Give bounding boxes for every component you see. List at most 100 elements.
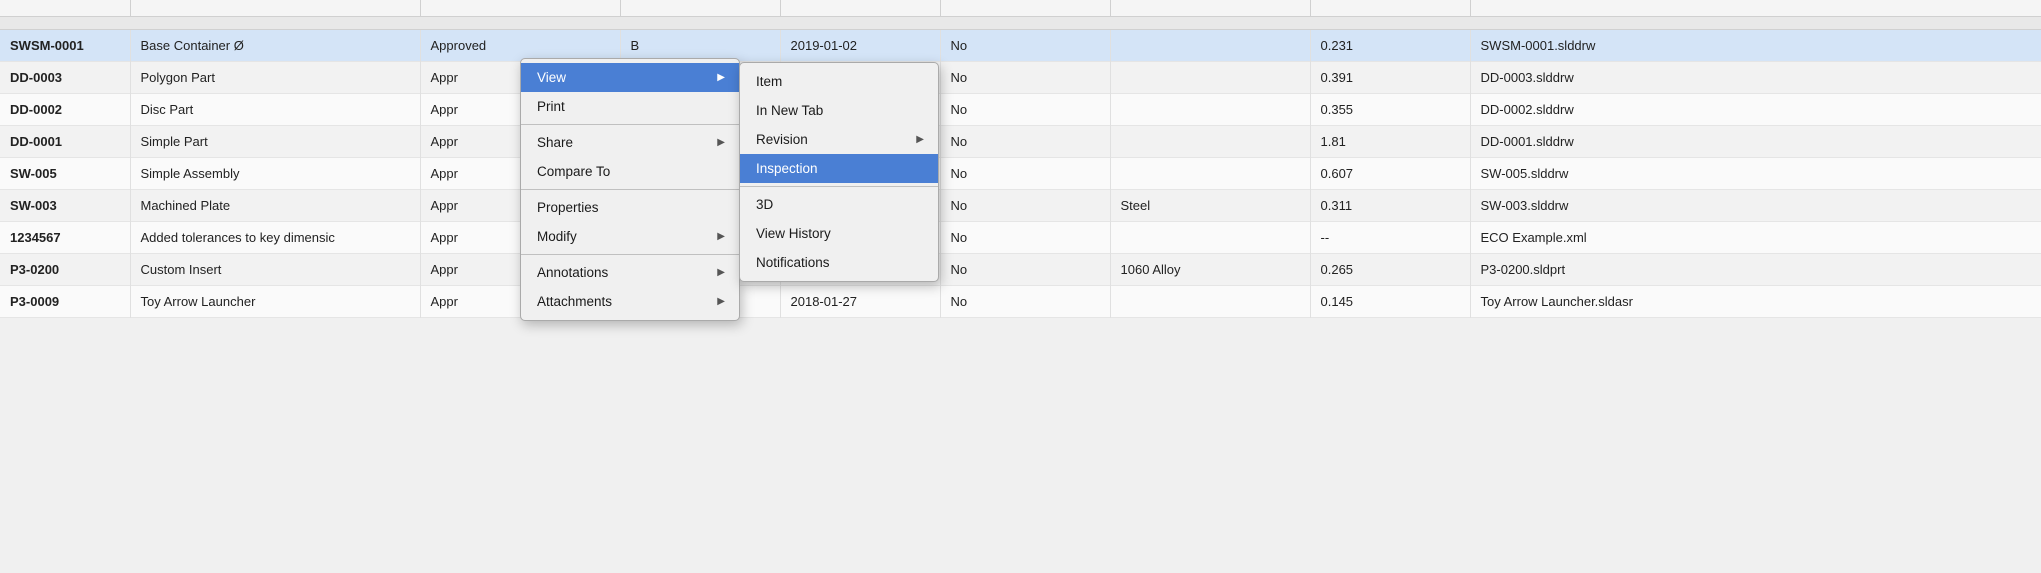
submenu-arrow-icon: ▶ [916, 134, 924, 145]
table-row[interactable]: P3-0200Custom InsertAppr2018-03-20No1060… [0, 254, 2041, 286]
menu-item-label: Compare To [537, 164, 610, 179]
menu-item-level1-properties[interactable]: Properties [521, 193, 739, 222]
table-cell: 0.231 [1310, 30, 1470, 62]
menu-item-label: Print [537, 99, 565, 114]
table-cell: 1.81 [1310, 126, 1470, 158]
table-cell: Simple Assembly [130, 158, 420, 190]
table-cell: No [940, 62, 1110, 94]
table-cell: Machined Plate [130, 190, 420, 222]
table-cell: Polygon Part [130, 62, 420, 94]
menu-item-label: Item [756, 74, 782, 89]
menu-item-label: 3D [756, 197, 773, 212]
group-label [0, 17, 2041, 30]
table-cell: 1060 Alloy [1110, 254, 1310, 286]
table-cell [1110, 158, 1310, 190]
menu-item-level1-share[interactable]: Share▶ [521, 128, 739, 157]
menu-item-level1-print[interactable]: Print [521, 92, 739, 121]
table-body: SWSM-0001Base Container ØApprovedB2019-0… [0, 30, 2041, 318]
col-header-material[interactable] [1110, 0, 1310, 17]
table-cell: 2018-01-27 [780, 286, 940, 318]
table-cell: -- [1310, 222, 1470, 254]
table-cell: DD-0002 [0, 94, 130, 126]
main-table-container: SWSM-0001Base Container ØApprovedB2019-0… [0, 0, 2041, 318]
table-cell [1110, 30, 1310, 62]
table-cell: 0.391 [1310, 62, 1470, 94]
table-cell: SW-005 [0, 158, 130, 190]
table-row[interactable]: SWSM-0001Base Container ØApprovedB2019-0… [0, 30, 2041, 62]
table-cell [1110, 286, 1310, 318]
menu-item-level2-revision[interactable]: Revision▶ [740, 125, 938, 154]
col-header-mass[interactable] [1310, 0, 1470, 17]
col-header-state[interactable] [420, 0, 620, 17]
table-cell: DD-0002.slddrw [1470, 94, 2041, 126]
table-cell: Approved [420, 30, 620, 62]
col-header-filename[interactable] [1470, 0, 2041, 17]
menu-item-level2-notifications[interactable]: Notifications [740, 248, 938, 277]
table-cell [1110, 222, 1310, 254]
table-cell: DD-0003.slddrw [1470, 62, 2041, 94]
menu-item-label: In New Tab [756, 103, 823, 118]
table-cell: SWSM-0001 [0, 30, 130, 62]
menu-item-level2-in-new-tab[interactable]: In New Tab [740, 96, 938, 125]
table-cell: B [620, 30, 780, 62]
table-cell: No [940, 286, 1110, 318]
table-cell: Simple Part [130, 126, 420, 158]
table-row[interactable]: 1234567Added tolerances to key dimensicA… [0, 222, 2041, 254]
table-cell: SW-005.slddrw [1470, 158, 2041, 190]
table-cell: SW-003.slddrw [1470, 190, 2041, 222]
menu-divider [740, 186, 938, 187]
table-cell [1110, 126, 1310, 158]
table-cell [1110, 94, 1310, 126]
submenu-arrow-icon: ▶ [717, 267, 725, 278]
menu-item-level2-view-history[interactable]: View History [740, 219, 938, 248]
table-header-row [0, 0, 2041, 17]
menu-item-level1-attachments[interactable]: Attachments ▶ [521, 287, 739, 316]
table-row[interactable]: DD-0003Polygon PartApprNo0.391DD-0003.sl… [0, 62, 2041, 94]
context-menu-level1: View▶ Print Share▶ Compare To Properties Modi… [520, 58, 740, 321]
menu-item-label: Attachments [537, 294, 612, 309]
table-cell: 0.355 [1310, 94, 1470, 126]
parts-table: SWSM-0001Base Container ØApprovedB2019-0… [0, 0, 2041, 318]
table-row[interactable]: SW-003Machined PlateApprNoSteel0.311SW-0… [0, 190, 2041, 222]
col-header-revision[interactable] [620, 0, 780, 17]
table-cell: Steel [1110, 190, 1310, 222]
menu-item-level1-view[interactable]: View▶ [521, 63, 739, 92]
table-row[interactable]: SW-005Simple AssemblyApprNo0.607SW-005.s… [0, 158, 2041, 190]
col-header-revdate[interactable] [780, 0, 940, 17]
table-cell: P3-0009 [0, 286, 130, 318]
table-cell: 1234567 [0, 222, 130, 254]
menu-item-level1-modify[interactable]: Modify▶ [521, 222, 739, 251]
menu-item-label: Properties [537, 200, 599, 215]
table-row[interactable]: DD-0002Disc PartApprNo0.355DD-0002.slddr… [0, 94, 2041, 126]
menu-item-level1-annotations[interactable]: Annotations▶ [521, 258, 739, 287]
table-cell: No [940, 254, 1110, 286]
menu-divider [521, 254, 739, 255]
table-cell: 0.607 [1310, 158, 1470, 190]
table-cell: SWSM-0001.slddrw [1470, 30, 2041, 62]
col-header-checkedout[interactable] [940, 0, 1110, 17]
menu-item-label: Inspection [756, 161, 818, 176]
table-row[interactable]: P3-0009Toy Arrow LauncherAppr2018-01-27N… [0, 286, 2041, 318]
table-cell: DD-0001 [0, 126, 130, 158]
context-menu-level2: Item In New Tab Revision▶ Inspection 3D View … [739, 62, 939, 282]
table-cell: P3-0200 [0, 254, 130, 286]
menu-item-level2-inspection[interactable]: Inspection [740, 154, 938, 183]
table-cell: 2019-01-02 [780, 30, 940, 62]
submenu-arrow-icon: ▶ [717, 296, 725, 307]
submenu-arrow-icon: ▶ [717, 137, 725, 148]
table-cell: DD-0003 [0, 62, 130, 94]
submenu-arrow-icon: ▶ [717, 231, 725, 242]
table-row[interactable]: DD-0001Simple PartApprNo1.81DD-0001.sldd… [0, 126, 2041, 158]
table-cell: Toy Arrow Launcher.sldasr [1470, 286, 2041, 318]
menu-item-level2-3d[interactable]: 3D [740, 190, 938, 219]
table-cell: Disc Part [130, 94, 420, 126]
table-cell: ECO Example.xml [1470, 222, 2041, 254]
menu-item-level1-compare-to[interactable]: Compare To [521, 157, 739, 186]
table-cell: No [940, 158, 1110, 190]
menu-divider [521, 189, 739, 190]
col-header-description[interactable] [130, 0, 420, 17]
col-header-partnumber[interactable] [0, 0, 130, 17]
table-cell: 0.311 [1310, 190, 1470, 222]
menu-item-level2-item[interactable]: Item [740, 67, 938, 96]
table-cell: DD-0001.slddrw [1470, 126, 2041, 158]
